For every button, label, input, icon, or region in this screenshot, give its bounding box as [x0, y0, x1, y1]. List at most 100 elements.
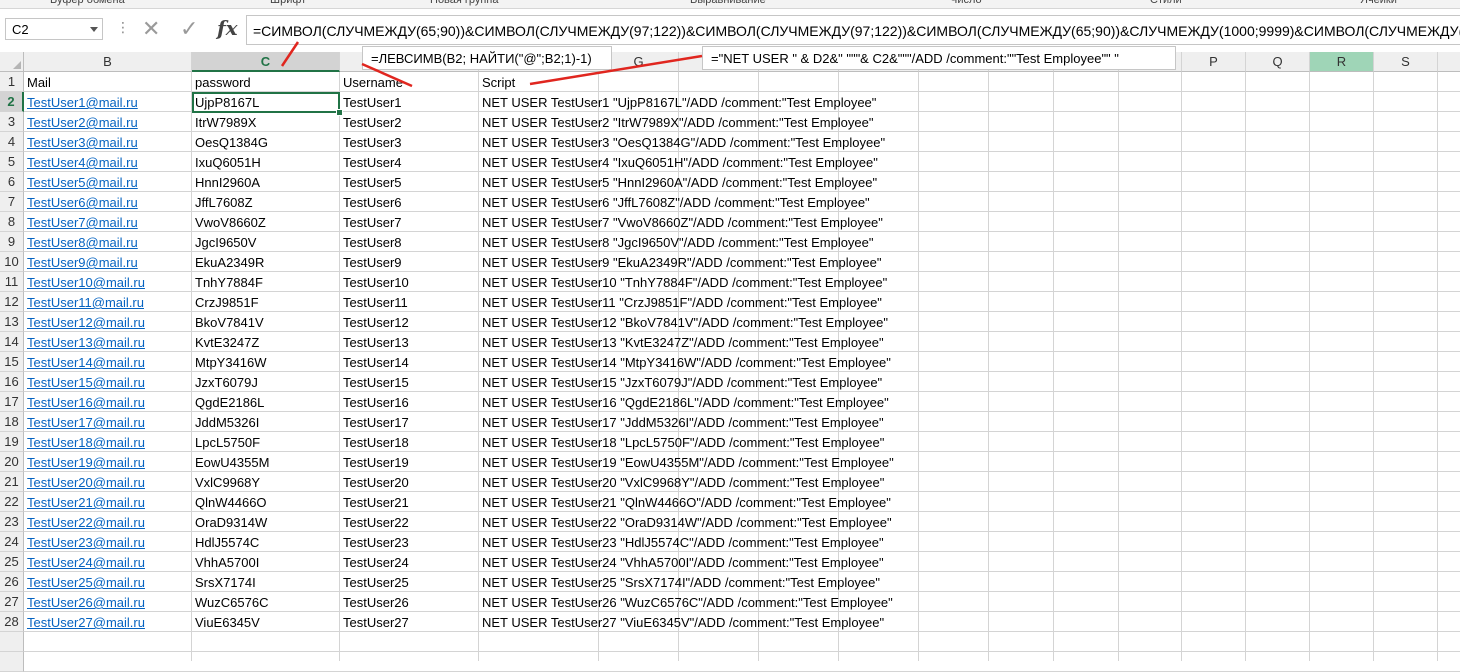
- password-cell[interactable]: VxlC9968Y: [192, 472, 260, 492]
- row-header[interactable]: 2: [0, 92, 24, 112]
- password-cell[interactable]: JzxT6079J: [192, 372, 258, 392]
- row-header[interactable]: 5: [0, 152, 24, 172]
- column-header-c[interactable]: C: [192, 52, 340, 72]
- header-cell-password[interactable]: password: [192, 72, 251, 92]
- header-cell-script[interactable]: Script: [479, 72, 515, 92]
- script-cell[interactable]: NET USER TestUser8 "JgcI9650V"/ADD /comm…: [479, 232, 874, 252]
- mail-link-cell[interactable]: TestUser13@mail.ru: [24, 332, 145, 352]
- mail-link-cell[interactable]: TestUser9@mail.ru: [24, 252, 138, 272]
- script-cell[interactable]: NET USER TestUser7 "VwoV8660Z"/ADD /comm…: [479, 212, 883, 232]
- mail-link-cell[interactable]: TestUser26@mail.ru: [24, 592, 145, 612]
- row-header[interactable]: 21: [0, 472, 24, 492]
- username-cell[interactable]: TestUser7: [340, 212, 402, 232]
- row-header[interactable]: 6: [0, 172, 24, 192]
- mail-link-cell[interactable]: TestUser22@mail.ru: [24, 512, 145, 532]
- username-cell[interactable]: TestUser17: [340, 412, 409, 432]
- mail-link-cell[interactable]: TestUser23@mail.ru: [24, 532, 145, 552]
- script-cell[interactable]: NET USER TestUser18 "LpcL5750F"/ADD /com…: [479, 432, 884, 452]
- row-header[interactable]: 14: [0, 332, 24, 352]
- row-header[interactable]: 7: [0, 192, 24, 212]
- mail-link-cell[interactable]: TestUser14@mail.ru: [24, 352, 145, 372]
- script-cell[interactable]: NET USER TestUser17 "JddM5326I"/ADD /com…: [479, 412, 884, 432]
- mail-link-cell[interactable]: TestUser19@mail.ru: [24, 452, 145, 472]
- username-cell[interactable]: TestUser27: [340, 612, 409, 632]
- password-cell[interactable]: KvtE3247Z: [192, 332, 259, 352]
- script-cell[interactable]: NET USER TestUser12 "BkoV7841V"/ADD /com…: [479, 312, 888, 332]
- password-cell[interactable]: JddM5326I: [192, 412, 259, 432]
- header-cell-username[interactable]: Username: [340, 72, 403, 92]
- script-cell[interactable]: NET USER TestUser25 "SrsX7174I"/ADD /com…: [479, 572, 880, 592]
- row-header[interactable]: 4: [0, 132, 24, 152]
- username-cell[interactable]: TestUser6: [340, 192, 402, 212]
- mail-link-cell[interactable]: TestUser20@mail.ru: [24, 472, 145, 492]
- mail-link-cell[interactable]: TestUser25@mail.ru: [24, 572, 145, 592]
- password-cell[interactable]: TnhY7884F: [192, 272, 263, 292]
- password-cell[interactable]: EowU4355M: [192, 452, 269, 472]
- row-header[interactable]: 22: [0, 492, 24, 512]
- column-header-b[interactable]: B: [24, 52, 192, 72]
- script-cell[interactable]: NET USER TestUser27 "ViuE6345V"/ADD /com…: [479, 612, 884, 632]
- username-cell[interactable]: TestUser10: [340, 272, 409, 292]
- username-cell[interactable]: TestUser2: [340, 112, 402, 132]
- spreadsheet-grid[interactable]: BCGPQRS 1 2 3 4 5 6 7 8 9 10 11 12 13 14 15 16 17 18 19 20 2…: [0, 52, 1460, 672]
- script-cell[interactable]: NET USER TestUser10 "TnhY7884F"/ADD /com…: [479, 272, 887, 292]
- name-box[interactable]: C2: [5, 18, 103, 40]
- column-header-p[interactable]: P: [1182, 52, 1246, 72]
- mail-link-cell[interactable]: TestUser2@mail.ru: [24, 112, 138, 132]
- script-cell[interactable]: NET USER TestUser20 "VxlC9968Y"/ADD /com…: [479, 472, 884, 492]
- mail-link-cell[interactable]: TestUser3@mail.ru: [24, 132, 138, 152]
- password-cell[interactable]: CrzJ9851F: [192, 292, 259, 312]
- username-cell[interactable]: TestUser4: [340, 152, 402, 172]
- username-cell[interactable]: TestUser18: [340, 432, 409, 452]
- row-header[interactable]: [0, 632, 24, 652]
- script-cell[interactable]: NET USER TestUser4 "IxuQ6051H"/ADD /comm…: [479, 152, 878, 172]
- row-header[interactable]: 26: [0, 572, 24, 592]
- row-header[interactable]: 15: [0, 352, 24, 372]
- row-header[interactable]: [0, 652, 24, 672]
- row-header[interactable]: 11: [0, 272, 24, 292]
- password-cell[interactable]: VhhA5700I: [192, 552, 259, 572]
- cancel-x-icon[interactable]: ✕: [142, 14, 160, 44]
- password-cell[interactable]: IxuQ6051H: [192, 152, 261, 172]
- mail-link-cell[interactable]: TestUser12@mail.ru: [24, 312, 145, 332]
- row-header[interactable]: 28: [0, 612, 24, 632]
- password-cell[interactable]: HnnI2960A: [192, 172, 260, 192]
- password-cell[interactable]: SrsX7174I: [192, 572, 256, 592]
- username-cell[interactable]: TestUser8: [340, 232, 402, 252]
- username-cell[interactable]: TestUser19: [340, 452, 409, 472]
- script-cell[interactable]: NET USER TestUser5 "HnnI2960A"/ADD /comm…: [479, 172, 877, 192]
- username-cell[interactable]: TestUser24: [340, 552, 409, 572]
- username-cell[interactable]: TestUser12: [340, 312, 409, 332]
- password-cell[interactable]: OraD9314W: [192, 512, 267, 532]
- mail-link-cell[interactable]: TestUser7@mail.ru: [24, 212, 138, 232]
- password-cell[interactable]: JgcI9650V: [192, 232, 256, 252]
- row-header[interactable]: 12: [0, 292, 24, 312]
- script-cell[interactable]: NET USER TestUser22 "OraD9314W"/ADD /com…: [479, 512, 892, 532]
- password-cell[interactable]: QlnW4466O: [192, 492, 267, 512]
- username-cell[interactable]: TestUser22: [340, 512, 409, 532]
- username-cell[interactable]: TestUser25: [340, 572, 409, 592]
- script-cell[interactable]: NET USER TestUser19 "EowU4355M"/ADD /com…: [479, 452, 894, 472]
- mail-link-cell[interactable]: TestUser16@mail.ru: [24, 392, 145, 412]
- row-header[interactable]: 16: [0, 372, 24, 392]
- mail-link-cell[interactable]: TestUser27@mail.ru: [24, 612, 145, 632]
- select-all-button[interactable]: [0, 52, 24, 72]
- password-cell[interactable]: OesQ1384G: [192, 132, 268, 152]
- password-cell[interactable]: ItrW7989X: [192, 112, 256, 132]
- username-cell[interactable]: TestUser1: [340, 92, 402, 112]
- row-header[interactable]: 13: [0, 312, 24, 332]
- row-header[interactable]: 17: [0, 392, 24, 412]
- row-header[interactable]: 24: [0, 532, 24, 552]
- script-cell[interactable]: NET USER TestUser24 "VhhA5700I"/ADD /com…: [479, 552, 884, 572]
- username-cell[interactable]: TestUser20: [340, 472, 409, 492]
- row-header[interactable]: 19: [0, 432, 24, 452]
- script-cell[interactable]: NET USER TestUser2 "ItrW7989X"/ADD /comm…: [479, 112, 874, 132]
- script-cell[interactable]: NET USER TestUser6 "JffL7608Z"/ADD /comm…: [479, 192, 870, 212]
- column-header-q[interactable]: Q: [1246, 52, 1310, 72]
- username-cell[interactable]: TestUser9: [340, 252, 402, 272]
- script-cell[interactable]: NET USER TestUser15 "JzxT6079J"/ADD /com…: [479, 372, 882, 392]
- username-cell[interactable]: TestUser13: [340, 332, 409, 352]
- dropdown-arrow-icon[interactable]: [90, 27, 98, 32]
- script-cell[interactable]: NET USER TestUser26 "WuzC6576C"/ADD /com…: [479, 592, 893, 612]
- username-cell[interactable]: TestUser23: [340, 532, 409, 552]
